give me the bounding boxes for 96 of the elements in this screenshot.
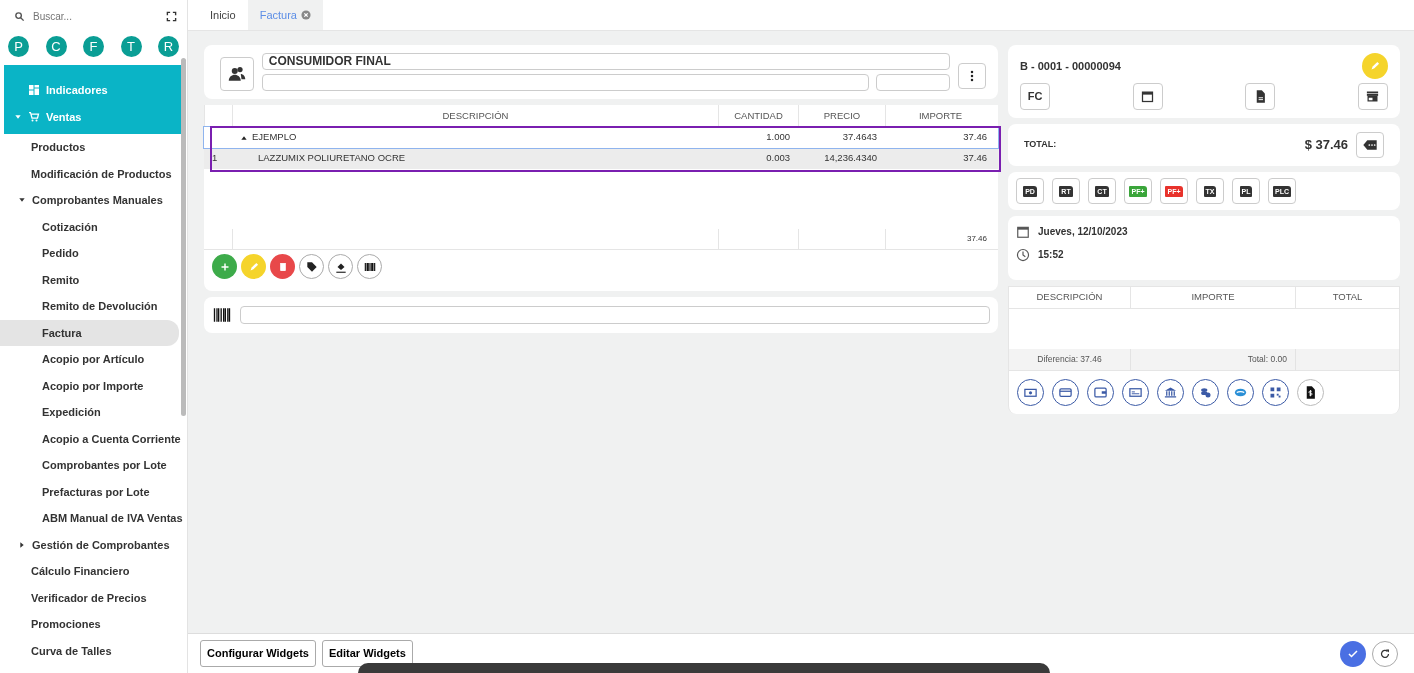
sidebar-item[interactable]: Verificador de Precios [0, 584, 179, 611]
table-row[interactable]: 1 LAZZUMIX POLIURETANO OCRE 0.003 14,236.4340 37.46 [204, 148, 998, 169]
sidebar-item[interactable]: Curva de Talles [0, 637, 179, 664]
sidebar-item[interactable]: Comprobantes por Lote [0, 452, 179, 479]
text-field[interactable] [876, 74, 951, 91]
invoice-number: B - 0001 - 00000094 [1020, 58, 1121, 74]
table-cell-text: 37.4643 [841, 130, 878, 145]
barcode-field[interactable] [240, 306, 990, 324]
sidebar-item[interactable]: Comprobantes Manuales [0, 187, 179, 214]
table-cell-text: 37.46 [962, 130, 988, 145]
table-cell-text: LAZZUMIX POLIURETANO OCRE [257, 151, 407, 166]
sidebar-item[interactable]: Expedición [0, 399, 179, 426]
table-total: 37.46 [966, 233, 987, 245]
scrollbar-thumb[interactable] [181, 58, 186, 416]
cart-icon [28, 110, 40, 123]
store-icon [1365, 89, 1381, 104]
sidebar-item[interactable]: Remito de Devolución [0, 293, 179, 320]
dashboard-icon [28, 84, 40, 97]
table-cell-text: 0.003 [765, 151, 791, 166]
refresh-button[interactable] [1372, 640, 1398, 667]
sidebar-item[interactable]: Acopio por Importe [0, 372, 179, 399]
payment-total: Total: 0.00 [1131, 349, 1296, 371]
store-button[interactable] [1357, 83, 1388, 110]
total-label: TOTAL: [1024, 138, 1057, 152]
row-number: 1 [211, 151, 219, 166]
sidebar-item[interactable]: Gestión de Comprobantes [0, 531, 179, 558]
date-text: Jueves, 12/10/2023 [1038, 225, 1128, 239]
text-field[interactable] [261, 74, 870, 91]
bank-icon [1163, 385, 1178, 400]
group-cell: EJEMPLO [232, 127, 718, 148]
calendar-icon [1140, 89, 1156, 104]
payment-difference: Diferencia: 37.46 [1009, 349, 1131, 371]
column-header[interactable]: IMPORTE [1131, 287, 1296, 309]
discount-button[interactable] [1356, 132, 1384, 158]
cheque-icon [1128, 385, 1143, 400]
calendar-button[interactable] [1132, 83, 1163, 110]
column-header[interactable]: IMPORTE [885, 105, 995, 127]
bank-button[interactable] [1157, 379, 1184, 406]
check-button[interactable] [1122, 379, 1149, 406]
tag-button[interactable] [299, 254, 324, 279]
sidebar-item[interactable]: Acopio a Cuenta Corriente [0, 425, 179, 452]
qr-button[interactable] [1262, 379, 1289, 406]
sidebar-item[interactable]: Remito [0, 266, 179, 293]
invoice-type-button[interactable]: FC [1020, 83, 1050, 110]
sidebar-item[interactable]: Promociones [0, 611, 179, 638]
tag-icon [1362, 137, 1378, 153]
add-button[interactable] [212, 254, 237, 279]
footer-button[interactable]: Configurar Widgets [200, 640, 316, 667]
footer-button[interactable]: Editar Widgets [321, 640, 413, 667]
refresh-icon [1379, 647, 1391, 660]
close-icon[interactable] [301, 10, 311, 20]
coins-button[interactable] [1192, 379, 1219, 406]
sidebar-item[interactable]: Factura [0, 319, 179, 346]
column-header[interactable]: DESCRIPCIÓN [1009, 287, 1131, 309]
table-cell-text: 14,236.4340 [823, 151, 878, 166]
transfer-button[interactable] [1227, 379, 1254, 406]
tag-icon [304, 259, 319, 274]
column-header[interactable]: TOTAL [1296, 287, 1400, 309]
sidebar-item[interactable]: Cotización [0, 213, 179, 240]
sidebar-item[interactable]: Productos [0, 134, 179, 161]
wallet-button[interactable] [1087, 379, 1114, 406]
sidebar-item[interactable]: Cálculo Financiero [0, 558, 179, 585]
qr-code-icon [1268, 385, 1283, 400]
time-text: 15:52 [1038, 248, 1064, 262]
search-icon [14, 10, 25, 22]
delete-button[interactable] [270, 254, 295, 279]
barcode-button[interactable] [357, 254, 382, 279]
confirm-button[interactable] [1340, 640, 1366, 667]
sidebar-item[interactable]: Pedido [0, 240, 179, 267]
tab[interactable]: Inicio [198, 0, 248, 30]
table-cell-text: 1.000 [765, 130, 791, 145]
sidebar-item[interactable]: Prefacturas por Lote [0, 478, 179, 505]
sidebar-item[interactable]: Modificación de Productos [0, 160, 179, 187]
table-row[interactable]: EJEMPLO 1.000 37.4643 37.46 [204, 127, 998, 148]
invoice-payment-button[interactable] [1297, 379, 1324, 406]
column-header[interactable]: CANTIDAD [718, 105, 798, 127]
card-button[interactable] [1052, 379, 1079, 406]
credit-card-icon [1058, 385, 1073, 400]
clock-icon [1016, 247, 1030, 262]
sidebar-item[interactable]: Acopio por Artículo [0, 346, 179, 373]
customer-name-field[interactable]: CONSUMIDOR FINAL [261, 53, 951, 70]
column-header[interactable]: PRECIO [798, 105, 885, 127]
document-button[interactable] [1245, 83, 1276, 110]
table-cell-text: 37.46 [962, 151, 988, 166]
coins-icon [1198, 385, 1213, 400]
users-icon [227, 65, 246, 83]
fill-button[interactable] [328, 254, 353, 279]
barcode-icon [212, 305, 232, 325]
cash-button[interactable] [1017, 379, 1044, 406]
check-icon [1347, 647, 1359, 660]
total-amount: $ 37.46 [1304, 136, 1348, 155]
wallet-icon [1093, 385, 1108, 400]
fullscreen-icon[interactable] [166, 10, 177, 22]
column-header[interactable]: DESCRIPCIÓN [232, 105, 718, 127]
calendar-icon [1016, 224, 1030, 239]
customer-button[interactable] [220, 57, 254, 91]
